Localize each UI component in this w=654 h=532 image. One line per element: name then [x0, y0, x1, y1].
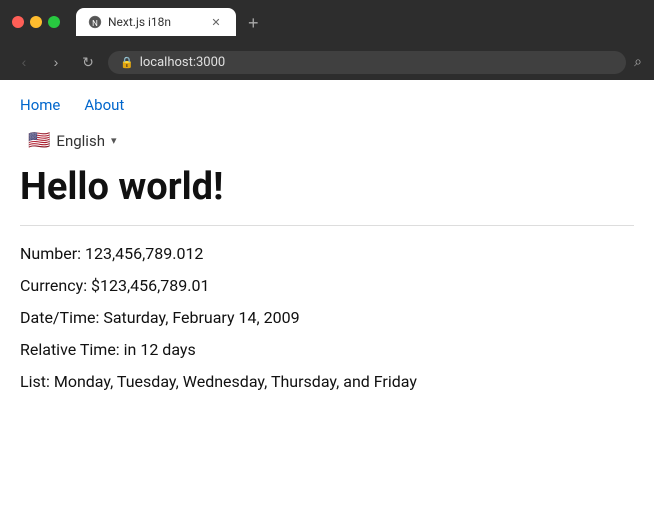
close-button[interactable] — [12, 16, 24, 28]
back-icon: ‹ — [22, 54, 27, 70]
nav-links: Home About — [20, 96, 634, 114]
title-bar: N Next.js i18n ✕ + — [0, 0, 654, 44]
address-bar: ‹ › ↻ 🔒 localhost:3000 ⌕ — [0, 44, 654, 80]
tab-close-button[interactable]: ✕ — [208, 14, 224, 30]
address-input-wrapper[interactable]: 🔒 localhost:3000 — [108, 51, 626, 74]
main-heading: Hello world! — [20, 165, 634, 209]
minimize-button[interactable] — [30, 16, 42, 28]
active-tab[interactable]: N Next.js i18n ✕ — [76, 8, 236, 36]
new-tab-button[interactable]: + — [240, 10, 267, 36]
nav-link-home[interactable]: Home — [20, 96, 60, 114]
lock-icon: 🔒 — [120, 56, 134, 69]
list-item: Number: 123,456,789.012 — [20, 242, 634, 266]
refresh-icon: ↻ — [82, 54, 94, 71]
back-button[interactable]: ‹ — [12, 50, 36, 74]
window-controls — [12, 16, 60, 28]
svg-text:N: N — [92, 19, 98, 28]
tab-favicon: N — [88, 15, 102, 29]
list-item: List: Monday, Tuesday, Wednesday, Thursd… — [20, 370, 634, 394]
forward-button[interactable]: › — [44, 50, 68, 74]
content-divider — [20, 225, 634, 226]
list-item: Relative Time: in 12 days — [20, 338, 634, 362]
refresh-button[interactable]: ↻ — [76, 50, 100, 74]
info-list: Number: 123,456,789.012 Currency: $123,45… — [20, 242, 634, 394]
language-selector[interactable]: 🇺🇸 English ▾ — [20, 126, 124, 155]
language-label: English — [56, 132, 105, 150]
address-text: localhost:3000 — [140, 55, 614, 70]
browser-chrome: N Next.js i18n ✕ + ‹ › ↻ 🔒 localhost:300… — [0, 0, 654, 80]
maximize-button[interactable] — [48, 16, 60, 28]
forward-icon: › — [54, 54, 59, 70]
tab-title: Next.js i18n — [108, 15, 202, 29]
list-item: Currency: $123,456,789.01 — [20, 274, 634, 298]
list-item: Date/Time: Saturday, February 14, 2009 — [20, 306, 634, 330]
chevron-down-icon: ▾ — [111, 134, 117, 147]
tab-bar: N Next.js i18n ✕ + — [68, 8, 275, 36]
page-content: Home About 🇺🇸 English ▾ Hello world! Num… — [0, 80, 654, 418]
flag-icon: 🇺🇸 — [28, 130, 50, 151]
nav-link-about[interactable]: About — [84, 96, 124, 114]
zoom-icon[interactable]: ⌕ — [634, 54, 642, 70]
